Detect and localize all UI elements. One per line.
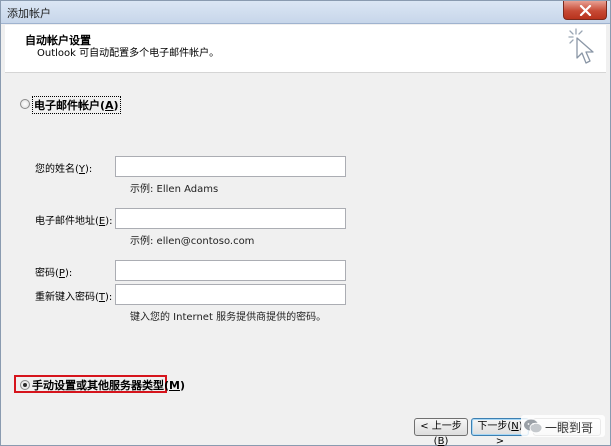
main-panel: 电子邮件帐户(A) 您的姓名(Y): 示例: Ellen Adams 电子邮件地… (5, 74, 606, 406)
email-account-label[interactable]: 电子邮件帐户(A) (32, 96, 121, 114)
close-button[interactable] (563, 1, 607, 20)
email-hint: 示例: ellen@contoso.com (130, 236, 255, 247)
name-hint: 示例: Ellen Adams (130, 184, 219, 195)
email-account-radio[interactable] (20, 99, 30, 109)
password-hint: 键入您的 Internet 服务提供商提供的密码。 (130, 312, 327, 323)
email-label: 电子邮件地址(E): (35, 216, 113, 227)
manual-setup-label[interactable]: 手动设置或其他服务器类型(M) (32, 377, 185, 393)
page-subtitle: Outlook 可自动配置多个电子邮件帐户。 (37, 48, 220, 59)
watermark: 一眼到哥 (521, 415, 605, 437)
header-band: 自动帐户设置 Outlook 可自动配置多个电子邮件帐户。 (5, 25, 606, 73)
retype-password-label: 重新键入密码(T): (35, 292, 113, 303)
password-input[interactable] (115, 260, 346, 281)
password-label: 密码(P): (35, 268, 73, 279)
manual-setup-radio[interactable] (20, 380, 30, 390)
wechat-icon (524, 419, 543, 434)
magic-cursor-icon (568, 28, 594, 64)
watermark-text: 一眼到哥 (545, 421, 594, 435)
email-input[interactable] (115, 208, 346, 229)
window-title: 添加帐户 (7, 7, 51, 20)
add-account-dialog: 添加帐户 自动帐户设置 Outlook 可自动配置多个电子邮件帐户。 电子邮件帐… (0, 0, 611, 446)
name-input[interactable] (115, 156, 346, 177)
name-label: 您的姓名(Y): (35, 164, 93, 175)
title-bar[interactable]: 添加帐户 (1, 1, 610, 24)
back-button[interactable]: < 上一步(B) (414, 418, 468, 446)
retype-password-input[interactable] (115, 284, 346, 305)
close-icon (579, 5, 592, 16)
